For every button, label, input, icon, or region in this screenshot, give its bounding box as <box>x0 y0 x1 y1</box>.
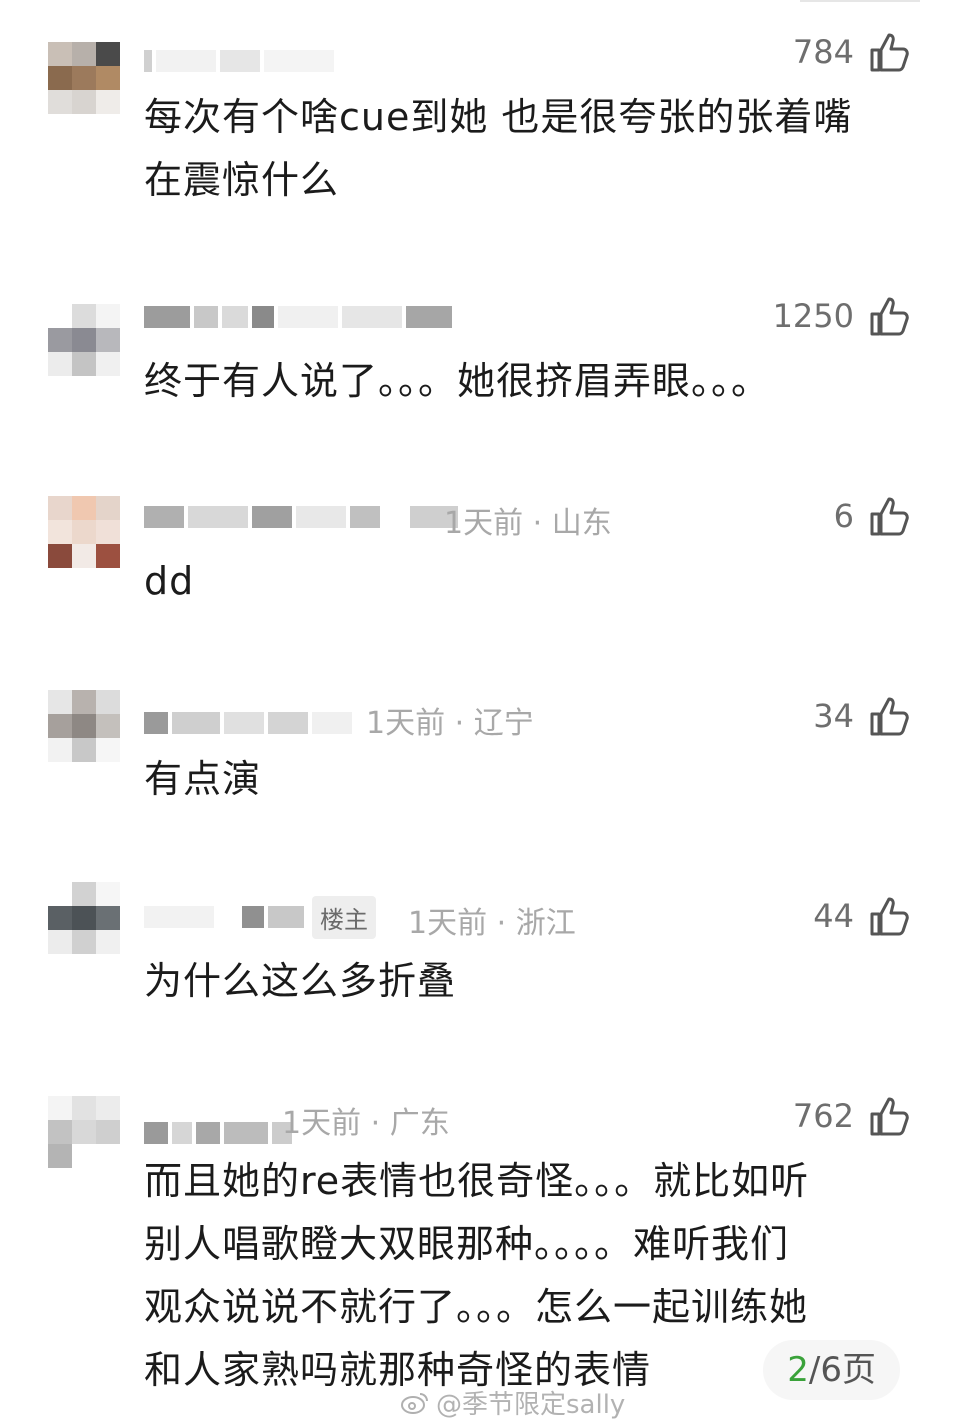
username-blurred[interactable] <box>144 506 458 528</box>
like-count: 784 <box>792 33 854 71</box>
comment-line: 每次有个啥cue到她 也是很夸张的张着嘴 <box>144 95 853 139</box>
thumbs-up-icon <box>870 497 909 536</box>
page-indicator[interactable]: 2/6页 <box>763 1340 900 1400</box>
like-button[interactable]: 6 <box>834 494 912 538</box>
thumbs-up-icon <box>870 697 909 736</box>
comment-line: 在震惊什么 <box>144 158 340 202</box>
thumbs-up-icon <box>870 297 909 336</box>
comment-line: 观众说说不就行了。。。怎么一起训练她 <box>144 1285 809 1329</box>
username-blurred[interactable] <box>144 306 452 328</box>
op-badge: 楼主 <box>312 896 376 939</box>
comment-text: dd <box>144 550 924 613</box>
avatar[interactable] <box>48 1096 120 1168</box>
avatar[interactable] <box>48 304 120 376</box>
like-count: 1250 <box>772 297 854 335</box>
comment-text: 每次有个啥cue到她 也是很夸张的张着嘴 在震惊什么 <box>144 86 924 212</box>
watermark: @季节限定sally <box>400 1384 625 1421</box>
thumbs-up-icon <box>870 897 909 936</box>
username-blurred[interactable] <box>144 906 304 928</box>
comment-line: 终于有人说了。。。她很挤眉弄眼。。。 <box>144 359 771 403</box>
like-button[interactable]: 1250 <box>773 294 912 338</box>
weibo-logo-icon <box>401 1392 428 1414</box>
like-count: 34 <box>813 697 854 735</box>
avatar[interactable] <box>48 690 120 762</box>
username-blurred[interactable] <box>144 712 352 734</box>
comment-text: 为什么这么多折叠 <box>144 950 924 1013</box>
watermark-text: @季节限定sally <box>436 1390 626 1420</box>
avatar[interactable] <box>48 882 120 954</box>
like-button[interactable]: 762 <box>793 1094 912 1138</box>
comment-text: 终于有人说了。。。她很挤眉弄眼。。。 <box>144 350 924 413</box>
like-count: 762 <box>792 1097 854 1135</box>
comment-line: 而且她的re表情也很奇怪。。。就比如听 <box>144 1159 810 1203</box>
avatar[interactable] <box>48 42 120 114</box>
total-pages: /6页 <box>808 1350 876 1390</box>
comment-line: 为什么这么多折叠 <box>144 959 457 1003</box>
thumbs-up-icon <box>870 1097 909 1136</box>
comment-line: 有点演 <box>144 757 262 801</box>
comment-time-location: 1天前 · 广东 <box>282 1106 450 1141</box>
like-button[interactable]: 34 <box>813 694 912 738</box>
username-blurred[interactable] <box>144 50 334 72</box>
thumbs-up-icon <box>870 33 909 72</box>
comment-time-location: 1天前 · 辽宁 <box>366 706 534 741</box>
current-page: 2 <box>787 1350 809 1390</box>
like-count: 6 <box>833 497 854 535</box>
comment-time-location: 1天前 · 山东 <box>444 506 612 541</box>
like-count: 44 <box>813 897 854 935</box>
comment-text: 有点演 <box>144 748 924 811</box>
comment-line: 别人唱歌瞪大双眼那种。。。。难听我们 <box>144 1222 790 1266</box>
comment-time-location: 1天前 · 浙江 <box>408 906 576 941</box>
like-button[interactable]: 44 <box>813 894 912 938</box>
like-button[interactable]: 784 <box>793 30 912 74</box>
comment-line: dd <box>144 559 195 603</box>
avatar[interactable] <box>48 496 120 568</box>
top-divider <box>800 0 920 2</box>
username-blurred[interactable] <box>144 1122 292 1144</box>
